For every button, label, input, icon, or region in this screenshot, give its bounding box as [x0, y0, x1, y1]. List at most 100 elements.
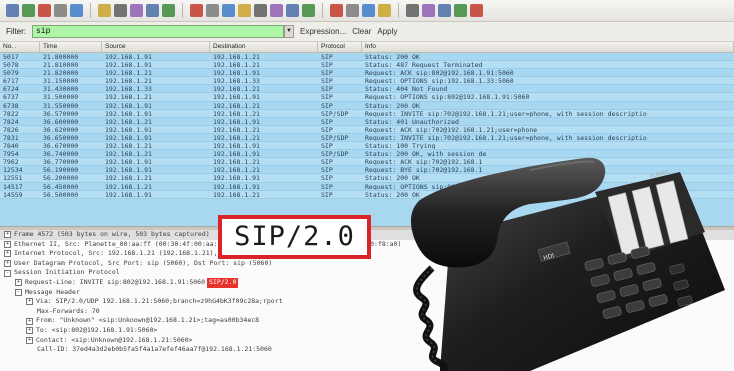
column-header-destination[interactable]: Destination — [210, 42, 318, 52]
table-row[interactable]: 6737 31.500000 192.168.1.21 192.168.1.91 SIP… — [0, 93, 734, 102]
expand-icon[interactable]: + — [26, 298, 33, 306]
detail-text: Via: SIP/2.0/UDP 192.168.1.21:5060;branc… — [36, 297, 283, 306]
table-cell: 192.168.1.91 — [105, 109, 152, 117]
restart-capture-icon[interactable] — [70, 4, 83, 17]
table-row[interactable]: 6717 31.150000 192.168.1.21 192.168.1.33 SIP… — [0, 77, 734, 86]
auto-scroll-icon[interactable] — [302, 4, 315, 17]
zoom-out-icon[interactable] — [346, 4, 359, 17]
table-row[interactable]: 7826 36.620000 192.168.1.91 192.168.1.21 SIP… — [0, 125, 734, 134]
table-cell: Status: 404 Not Found — [365, 85, 448, 93]
table-row[interactable]: 5078 21.810000 192.168.1.91 192.168.1.21 SIP… — [0, 61, 734, 70]
table-cell: 36.670000 — [43, 142, 79, 150]
table-cell: 192.168.1.21 — [213, 109, 260, 117]
go-back-icon[interactable] — [206, 4, 219, 17]
expand-icon[interactable]: + — [4, 240, 11, 248]
toolbar-separator — [322, 3, 323, 18]
detail-text: Message Header — [25, 287, 80, 296]
clear-button[interactable]: Clear — [352, 27, 371, 36]
collapse-icon[interactable]: - — [15, 288, 22, 296]
go-forward-icon[interactable] — [222, 4, 235, 17]
expand-icon[interactable]: + — [4, 250, 11, 258]
expand-icon[interactable]: + — [26, 317, 33, 325]
table-cell: 192.168.1.91 — [213, 174, 260, 182]
table-row[interactable]: 7824 36.600000 192.168.1.21 192.168.1.91 SIP… — [0, 117, 734, 126]
expand-icon[interactable]: + — [15, 279, 22, 287]
display-filters-icon[interactable] — [422, 4, 435, 17]
table-cell: 192.168.1.21 — [105, 150, 152, 158]
table-cell: 6724 — [3, 85, 19, 93]
table-row[interactable]: 5017 21.800000 192.168.1.91 192.168.1.21 SIP… — [0, 53, 734, 62]
expand-icon[interactable]: + — [4, 260, 11, 268]
table-cell: SIP — [321, 182, 333, 190]
find-packet-icon[interactable] — [190, 4, 203, 17]
apply-button[interactable]: Apply — [377, 27, 397, 36]
reload-icon[interactable] — [146, 4, 159, 17]
table-cell: 192.168.1.33 — [213, 77, 260, 85]
table-cell: 14517 — [3, 182, 23, 190]
column-header-source[interactable]: Source — [102, 42, 210, 52]
expand-icon[interactable]: + — [26, 327, 33, 335]
table-cell: 192.168.1.91 — [105, 133, 152, 142]
table-cell: SIP — [321, 101, 333, 109]
filter-input[interactable]: sip — [32, 25, 284, 38]
zoom-in-icon[interactable] — [330, 4, 343, 17]
column-header-info[interactable]: Info — [362, 42, 734, 52]
table-cell: 7822 — [3, 109, 19, 117]
table-cell: 192.168.1.21 — [213, 53, 260, 61]
coloring-rules-icon[interactable] — [438, 4, 451, 17]
start-capture-icon[interactable] — [38, 4, 51, 17]
expand-icon[interactable]: + — [4, 231, 11, 239]
go-last-icon[interactable] — [270, 4, 283, 17]
preferences-icon[interactable] — [454, 4, 467, 17]
zoom-normal-icon[interactable] — [362, 4, 375, 17]
capture-filters-icon[interactable] — [406, 4, 419, 17]
table-cell: 7962 — [3, 158, 19, 166]
filter-dropdown-button[interactable]: ▼ — [284, 25, 294, 38]
table-cell: 192.168.1.91 — [213, 182, 260, 190]
open-file-icon[interactable] — [98, 4, 111, 17]
table-cell: 6717 — [3, 77, 19, 85]
table-cell: 192.168.1.91 — [105, 61, 152, 69]
resize-columns-icon[interactable] — [378, 4, 391, 17]
go-to-packet-icon[interactable] — [238, 4, 251, 17]
print-icon[interactable] — [162, 4, 175, 17]
column-header-time[interactable]: Time — [40, 42, 102, 52]
colorize-icon[interactable] — [286, 4, 299, 17]
table-cell: 192.168.1.91 — [213, 69, 260, 77]
main-toolbar — [0, 0, 734, 22]
capture-options-icon[interactable] — [22, 4, 35, 17]
column-header-protocol[interactable]: Protocol — [318, 42, 362, 52]
table-cell: 36.650000 — [43, 133, 79, 142]
table-cell: 192.168.1.21 — [213, 61, 260, 69]
table-cell: 6738 — [3, 101, 19, 109]
collapse-icon[interactable]: - — [4, 269, 11, 277]
table-cell: 5078 — [3, 61, 19, 69]
table-cell: 192.168.1.91 — [105, 53, 152, 61]
filter-bar: Filter: sip ▼ Expression... Clear Apply — [0, 22, 734, 42]
table-row[interactable]: 5079 21.820000 192.168.1.21 192.168.1.91 SIP… — [0, 69, 734, 78]
detail-text: To: <sip:802@192.168.1.91:5060> — [36, 325, 158, 334]
filter-label: Filter: — [6, 27, 26, 36]
table-cell: 192.168.1.91 — [105, 166, 152, 174]
table-row[interactable]: 6724 31.430000 192.168.1.33 192.168.1.21 SIP… — [0, 85, 734, 94]
help-icon[interactable] — [470, 4, 483, 17]
stop-capture-icon[interactable] — [54, 4, 67, 17]
sip-version-highlight: SIP/2.0 — [207, 277, 239, 288]
interface-list-icon[interactable] — [6, 4, 19, 17]
table-row[interactable]: 6738 31.550000 192.168.1.91 192.168.1.21 SIP… — [0, 101, 734, 110]
go-first-icon[interactable] — [254, 4, 267, 17]
expression-button[interactable]: Expression... — [300, 27, 346, 36]
save-file-icon[interactable] — [114, 4, 127, 17]
table-cell: SIP — [321, 190, 333, 198]
table-cell: 56.200000 — [43, 174, 79, 182]
table-cell: 192.168.1.91 — [105, 101, 152, 109]
close-file-icon[interactable] — [130, 4, 143, 17]
table-cell: 192.168.1.91 — [213, 117, 260, 125]
phone-cord — [413, 265, 449, 371]
expand-icon[interactable]: + — [26, 336, 33, 344]
table-cell: SIP — [321, 174, 333, 182]
table-cell: SIP — [321, 158, 333, 166]
table-row[interactable]: 7822 36.570000 192.168.1.91 192.168.1.21 SIP… — [0, 109, 734, 118]
column-header-no[interactable]: No. . — [0, 42, 40, 52]
table-cell: Status: 487 Request Terminated — [365, 61, 483, 69]
